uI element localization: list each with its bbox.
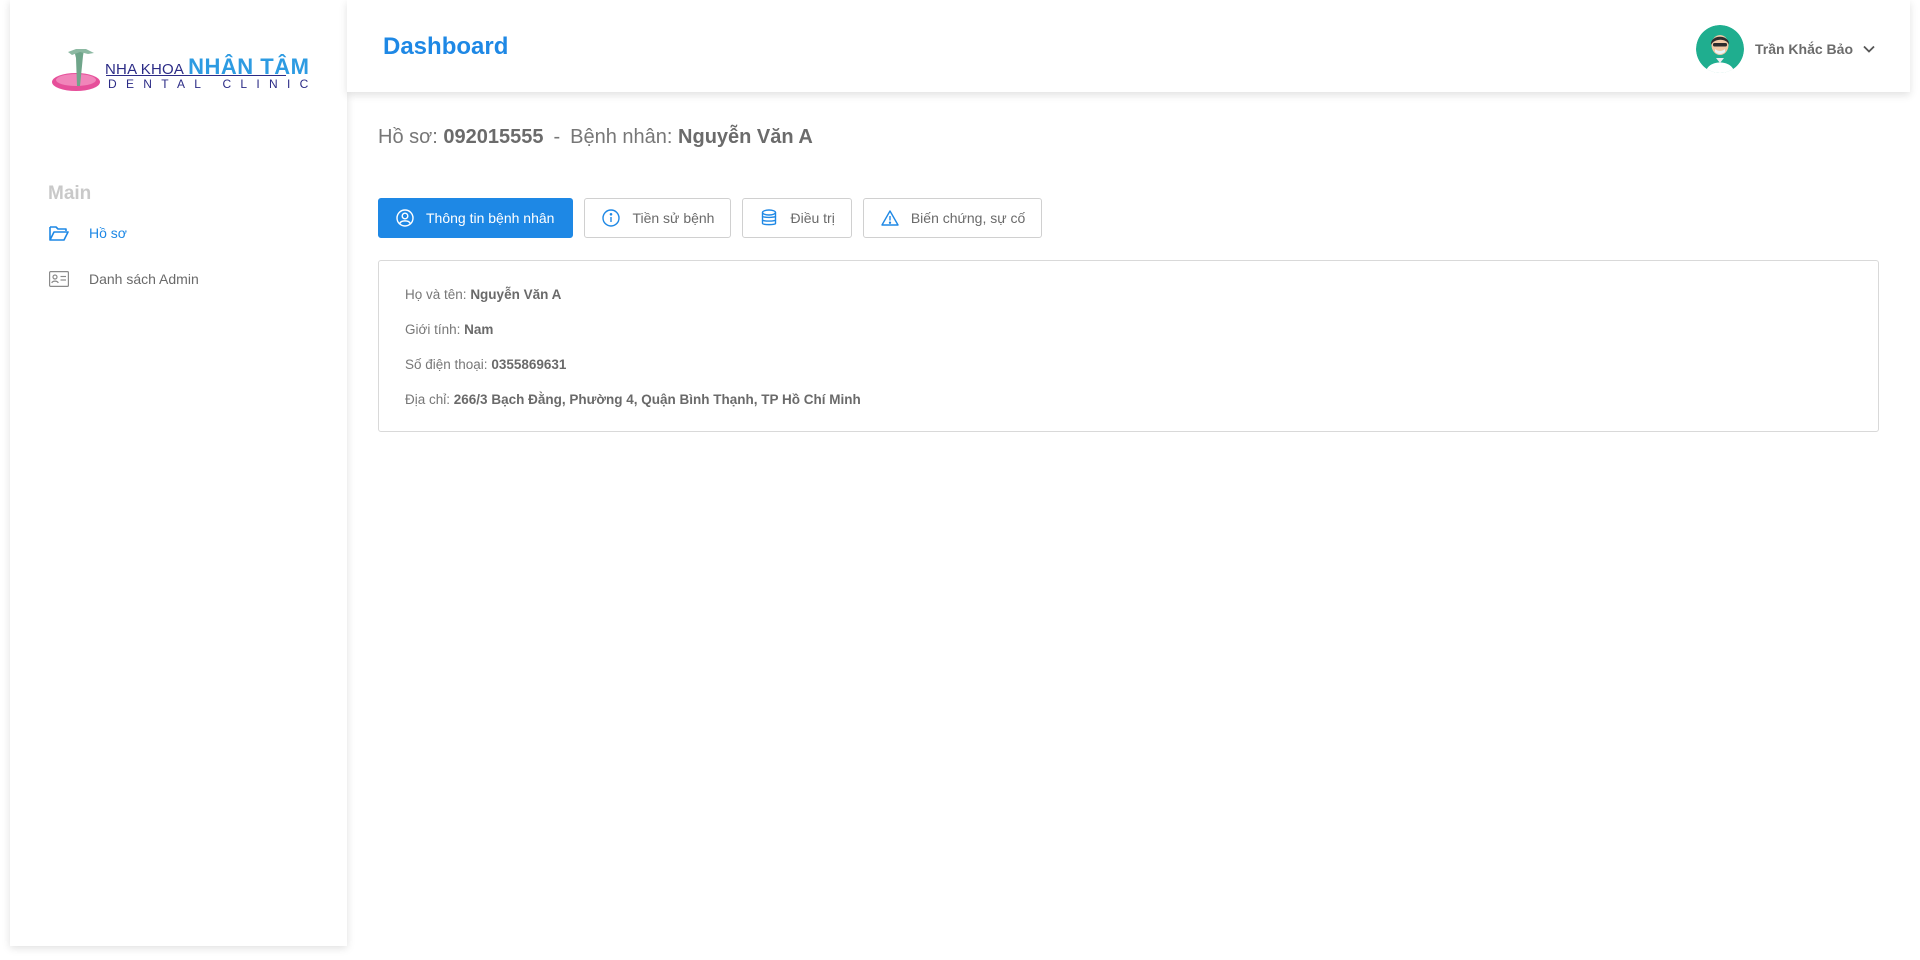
sidebar-item-label: Hồ sơ <box>89 225 127 241</box>
info-label: Giới tính: <box>405 322 461 337</box>
top-header: Dashboard Trần Khắc Bảo <box>347 0 1910 92</box>
record-heading: Hồ sơ: 092015555- Bệnh nhân: Nguyễn Văn A <box>378 126 813 149</box>
tab-label: Điều trị <box>790 210 835 226</box>
sidebar-item-label: Danh sách Admin <box>89 271 199 287</box>
info-label: Họ và tên: <box>405 287 467 302</box>
sidebar-item-ho-so[interactable]: Hồ sơ <box>48 222 127 244</box>
record-prefix: Hồ sơ: <box>378 126 438 148</box>
sidebar-section-title: Main <box>48 183 92 204</box>
info-value: Nam <box>464 322 494 337</box>
sidebar: NHA KHOA NHÂN TÂM DENTAL CLINIC Main Hồ s… <box>10 0 347 946</box>
avatar[interactable] <box>1695 25 1744 73</box>
info-row-phone: Số điện thoại: 0355869631 <box>405 357 566 372</box>
tab-label: Thông tin bệnh nhân <box>426 210 555 226</box>
tab-label: Biến chứng, sự cố <box>910 210 1026 226</box>
patient-info-card: Họ và tên: Nguyễn Văn A Giới tính: Nam S… <box>378 260 1879 432</box>
info-label: Số điện thoại: <box>405 357 488 372</box>
user-name: Trần Khắc Bảo <box>1754 41 1853 57</box>
info-row-address: Địa chỉ: 266/3 Bạch Đằng, Phường 4, Quận… <box>405 392 861 407</box>
info-row-name: Họ và tên: Nguyễn Văn A <box>405 287 561 302</box>
page-title: Dashboard <box>383 33 509 60</box>
tab-bien-chung-su-co[interactable]: Biến chứng, sự cố <box>862 198 1043 238</box>
database-icon <box>759 208 779 228</box>
clinic-logo[interactable]: NHA KHOA NHÂN TÂM DENTAL CLINIC <box>50 46 309 98</box>
info-circle-icon <box>601 208 621 228</box>
info-label: Địa chỉ: <box>405 392 451 407</box>
info-value: Nguyễn Văn A <box>470 287 562 302</box>
record-separator: - <box>553 126 561 148</box>
chevron-down-icon[interactable] <box>1863 42 1877 56</box>
warning-icon <box>880 208 900 228</box>
info-value: 266/3 Bạch Đằng, Phường 4, Quận Bình Thạ… <box>453 392 861 407</box>
info-value: 0355869631 <box>491 357 567 372</box>
tab-label: Tiền sử bệnh <box>632 210 715 226</box>
tab-tien-su-benh[interactable]: Tiền sử bệnh <box>584 198 732 238</box>
info-row-gender: Giới tính: Nam <box>405 322 493 337</box>
tooth-logo-icon <box>52 49 100 91</box>
user-menu[interactable]: Trần Khắc Bảo <box>1695 25 1877 73</box>
user-circle-icon <box>395 208 415 228</box>
logo-divider <box>106 75 286 76</box>
patient-prefix: Bệnh nhân: <box>570 126 673 148</box>
folder-open-icon <box>48 222 70 244</box>
sidebar-item-danh-sach-admin[interactable]: Danh sách Admin <box>48 268 199 290</box>
patient-tabs: Thông tin bệnh nhân Tiền sử bệnh Điều tr… <box>378 198 1053 238</box>
id-card-icon <box>48 268 70 290</box>
record-id: 092015555 <box>443 126 544 148</box>
logo-subtitle: DENTAL CLINIC <box>108 77 318 91</box>
tab-dieu-tri[interactable]: Điều trị <box>742 198 852 238</box>
patient-name: Nguyễn Văn A <box>678 126 813 148</box>
tab-thong-tin-benh-nhan[interactable]: Thông tin bệnh nhân <box>378 198 574 238</box>
